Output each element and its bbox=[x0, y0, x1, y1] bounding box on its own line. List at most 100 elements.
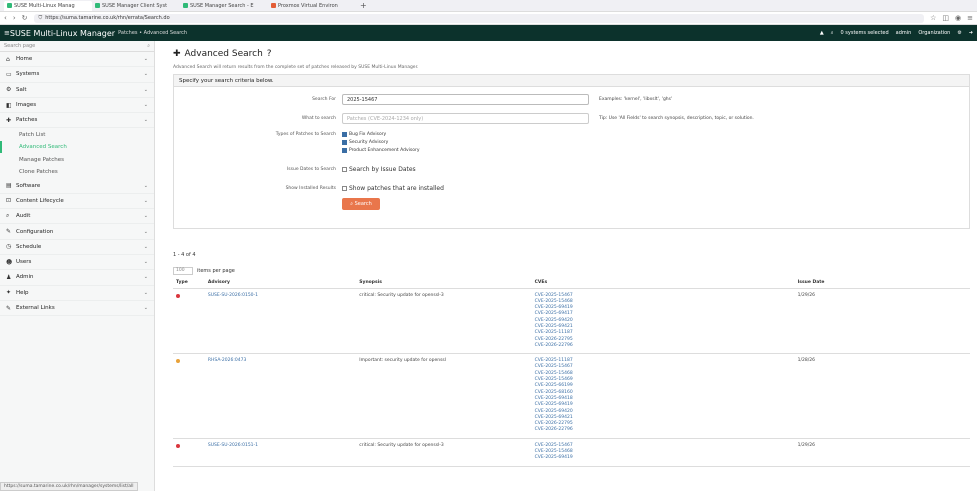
type-checkbox[interactable] bbox=[342, 148, 347, 153]
bell-icon[interactable]: ▲ bbox=[820, 30, 824, 36]
systems-selected[interactable]: 0 systems selected bbox=[841, 30, 889, 36]
sidebar-item-label: Content Lifecycle bbox=[16, 197, 64, 204]
advisory-link[interactable]: SUSE-SU-2026:0151-1 bbox=[208, 443, 258, 448]
sidebar-item[interactable]: ⚙ Salt ⌄ bbox=[0, 83, 154, 98]
tab-label: Proxmox Virtual Environ bbox=[278, 2, 338, 9]
cve-list: CVE-2025-15467 CVE-2025-15468 CVE-2025-694… bbox=[531, 288, 795, 355]
advisory-link[interactable]: RHSA-2026:0473 bbox=[208, 358, 246, 363]
browser-tab[interactable]: SUSE Multi-Linux Manag bbox=[4, 0, 92, 11]
sidebar-item[interactable]: ✎ External Links ⌄ bbox=[0, 301, 154, 317]
sidebar-item-label: Software bbox=[16, 182, 41, 189]
issue-dates-checkbox[interactable] bbox=[342, 167, 347, 172]
per-page-control: 100 items per page bbox=[173, 266, 970, 275]
search-for-input[interactable]: 2025-15467 bbox=[342, 94, 589, 105]
app-header: ≡ SUSE Multi-Linux Manager Patches • Adv… bbox=[0, 25, 977, 41]
sidebar-item[interactable]: ⌂ Home ⌄ bbox=[0, 52, 154, 68]
user-link[interactable]: admin bbox=[896, 30, 912, 36]
browser-tab[interactable]: SUSE Manager Search - E bbox=[180, 1, 268, 11]
chevron-down-icon: ⌄ bbox=[143, 243, 148, 250]
search-icon[interactable]: ⌕ bbox=[831, 30, 834, 36]
sidebar-item[interactable]: ⌕ Audit ⌄ bbox=[0, 209, 154, 225]
severity-icon bbox=[176, 359, 180, 364]
table-row: SUSE-SU-2026:0151-1 critical: Security up… bbox=[173, 438, 970, 467]
back-icon[interactable]: ‹ bbox=[4, 14, 7, 22]
advisory-link[interactable]: SUSE-SU-2026:0150-1 bbox=[208, 293, 258, 298]
column-header[interactable]: Advisory bbox=[204, 278, 357, 289]
settings-icon[interactable]: ⚙ bbox=[957, 30, 961, 36]
search-button[interactable]: ⌕ Search bbox=[342, 198, 380, 210]
organization-link[interactable]: Organization bbox=[918, 30, 950, 36]
what-to-search-select[interactable]: Patches (CVE-2024-1234 only) bbox=[342, 113, 589, 124]
sidebar-item[interactable]: ◷ Schedule ⌄ bbox=[0, 240, 154, 255]
type-option: Security Advisory bbox=[342, 140, 420, 145]
address-bar[interactable]: ⛉ https://suma.tamarine.co.uk/rhn/errata… bbox=[33, 13, 925, 23]
cve-list: CVE-2025-15467 CVE-2025-15468 CVE-2025-694… bbox=[531, 438, 795, 467]
sidebar-item[interactable]: ▭ Systems ⌄ bbox=[0, 67, 154, 83]
cve-link[interactable]: CVE-2025-69419 bbox=[535, 455, 792, 461]
sidebar-item[interactable]: ✎ Configuration ⌄ bbox=[0, 224, 154, 240]
sidebar-item[interactable]: ▤ Software ⌄ bbox=[0, 178, 154, 194]
sidebar-item-icon: ☻ bbox=[6, 258, 13, 266]
sidebar-item-label: Users bbox=[16, 259, 32, 266]
search-criteria-panel: Specify your search criteria below. Sear… bbox=[173, 74, 970, 229]
sidebar-item[interactable]: ✚ Patches ⌄ bbox=[0, 113, 154, 129]
type-checkbox[interactable] bbox=[342, 132, 347, 137]
pocket-icon[interactable]: ◫ bbox=[942, 14, 949, 22]
sidebar-item-icon: ▤ bbox=[6, 182, 12, 190]
per-page-select[interactable]: 100 bbox=[173, 266, 193, 275]
column-header[interactable]: Issue Date bbox=[794, 278, 970, 289]
sidebar-item[interactable]: ◧ Images ⌄ bbox=[0, 98, 154, 114]
tab-favicon bbox=[95, 3, 100, 8]
sidebar-item-label: Patches bbox=[16, 117, 38, 124]
page-title: ✚ Advanced Search ? bbox=[173, 49, 272, 59]
browser-tab-bar: SUSE Multi-Linux Manag SUSE Manager Clien… bbox=[0, 0, 977, 12]
sidebar-item[interactable]: ♟ Admin ⌄ bbox=[0, 270, 154, 286]
sidebar-subitem[interactable]: Clone Patches bbox=[0, 166, 154, 179]
installed-label: Show Installed Results bbox=[285, 186, 336, 191]
sidebar-search-input[interactable]: Search page ⌕ bbox=[0, 41, 154, 52]
sidebar-item-label: Images bbox=[16, 102, 37, 109]
new-tab-button[interactable]: + bbox=[356, 1, 371, 10]
patch-icon: ✚ bbox=[173, 49, 181, 59]
cve-link[interactable]: CVE-2026-22796 bbox=[535, 343, 792, 349]
sidebar-item-icon: ▭ bbox=[6, 70, 12, 78]
tab-label: SUSE Manager Client Syst bbox=[102, 2, 168, 9]
chevron-down-icon: ⌄ bbox=[143, 102, 148, 109]
sidebar-subitem[interactable]: Manage Patches bbox=[0, 153, 154, 166]
sidebar-item-label: Salt bbox=[16, 86, 27, 93]
help-icon[interactable]: ? bbox=[267, 49, 272, 59]
tab-favicon bbox=[271, 3, 276, 8]
browser-tab[interactable]: SUSE Manager Client Syst bbox=[92, 1, 180, 11]
account-icon[interactable]: ◉ bbox=[955, 14, 961, 22]
column-header[interactable]: Type bbox=[173, 278, 205, 289]
forward-icon[interactable]: › bbox=[13, 14, 16, 22]
type-option: Bug Fix Advisory bbox=[342, 132, 420, 137]
browser-tab[interactable]: Proxmox Virtual Environ bbox=[268, 1, 356, 11]
logout-icon[interactable]: ➜ bbox=[969, 30, 973, 36]
search-for-label: Search For bbox=[312, 97, 336, 102]
reload-icon[interactable]: ↻ bbox=[22, 14, 28, 22]
star-icon[interactable]: ☆ bbox=[930, 14, 936, 22]
tab-favicon bbox=[7, 3, 12, 8]
criteria-heading: Specify your search criteria below. bbox=[174, 75, 969, 87]
sidebar-item[interactable]: ✦ Help ⌄ bbox=[0, 286, 154, 301]
installed-text: Show patches that are installed bbox=[349, 185, 444, 192]
chevron-down-icon: ⌄ bbox=[143, 228, 148, 235]
column-header[interactable]: Synopsis bbox=[356, 278, 532, 289]
sidebar-item-icon: ⌕ bbox=[6, 212, 10, 220]
sidebar-item[interactable]: ☻ Users ⌄ bbox=[0, 255, 154, 271]
sidebar-subitem[interactable]: Patch List bbox=[0, 128, 154, 141]
column-header[interactable]: CVEs bbox=[531, 278, 795, 289]
menu-icon[interactable]: ≡ bbox=[967, 14, 973, 22]
sidebar-subitem[interactable]: Advanced Search bbox=[0, 140, 154, 154]
browser-nav-bar: ‹ › ↻ ⛉ https://suma.tamarine.co.uk/rhn/… bbox=[0, 12, 977, 25]
brand-title[interactable]: SUSE Multi-Linux Manager bbox=[10, 29, 115, 38]
type-checkbox[interactable] bbox=[342, 140, 347, 145]
installed-checkbox[interactable] bbox=[342, 186, 347, 191]
sidebar-item-label: Configuration bbox=[16, 228, 54, 235]
cve-link[interactable]: CVE-2026-22796 bbox=[535, 427, 792, 433]
results-table: Type Advisory Synopsis CVEs Issue Date SUSE-… bbox=[173, 278, 970, 467]
chevron-down-icon: ⌄ bbox=[143, 117, 148, 124]
tab-label: SUSE Multi-Linux Manag bbox=[14, 2, 75, 9]
sidebar-item[interactable]: ⊡ Content Lifecycle ⌄ bbox=[0, 194, 154, 210]
